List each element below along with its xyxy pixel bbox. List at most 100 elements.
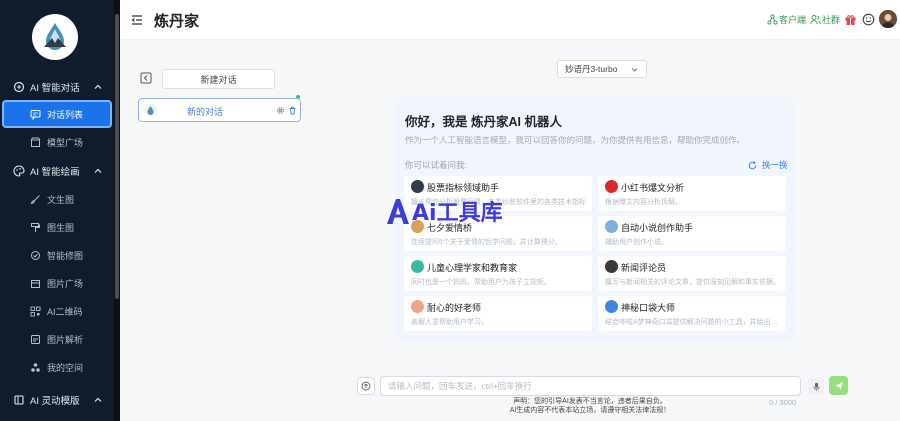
xiaohongshu-icon [605,180,618,193]
suggestion-card[interactable]: 新闻评论员 擅写与新闻相关的评论文章，提供深刻见解和事实依据。 [598,256,786,291]
sidebar-item-smart-retouch[interactable]: 智能修图 [0,241,114,269]
page-title: 炼丹家 [154,13,200,30]
card-title: 自动小说创作助手 [621,223,694,233]
card-desc: 根据爆文内容分析拆解。 [605,199,682,206]
gallery-icon [30,278,41,289]
drop-logo-icon [44,23,66,50]
gift-icon[interactable] [844,13,857,26]
upload-button[interactable] [357,377,375,395]
conversation-panel: 新建对话 新的对话 [130,55,302,415]
sidebar-item-label: 图片解析 [47,334,84,345]
sidebar-item-ai-qrcode[interactable]: AI二维码 [0,297,114,325]
nav-group-label: AI 智能对话 [30,83,80,94]
doraemon-pocket-icon [605,300,618,313]
ai-logo-icon [387,199,409,224]
model-select[interactable]: 妙语丹3-turbo [557,60,647,78]
card-title: 神秘口袋大师 [621,303,676,313]
conversation-item[interactable]: 新的对话 [138,98,301,122]
chevron-down-icon [631,68,638,72]
smile-icon[interactable] [862,13,875,26]
card-desc: 结合哆啦A梦神奇口袋提供解决问题的小工具，并给出方法 [605,319,783,326]
news-commentator-icon [605,260,618,273]
template-icon [13,394,25,406]
refresh-icon [748,160,757,169]
paint-roller-icon [30,222,41,233]
client-link-label: 客户端 [779,15,807,25]
nav-group-label: AI 灵动模版 [30,396,80,407]
menu-fold-icon[interactable] [130,13,144,27]
trash-icon[interactable] [288,106,297,115]
nav-group-label: AI 智能绘画 [30,167,80,178]
suggestion-card[interactable]: 耐心的好老师 善解人意帮助用户学习。 [404,296,592,331]
sidebar-item-label: 文生图 [47,194,75,205]
card-title: 小红书爆文分析 [621,183,685,193]
brush-icon [30,194,41,205]
nav-group-ai-template[interactable]: AI 灵动模版 [0,387,114,413]
new-chat-button[interactable]: 新建对话 [162,69,275,89]
voice-input-button[interactable] [808,378,824,394]
child-psychology-icon [411,260,424,273]
novel-writer-icon [605,220,618,233]
teacher-icon [411,300,424,313]
sidebar-item-image-to-image[interactable]: 图生图 [0,213,114,241]
suggestion-card[interactable]: 儿童心理学家和教育家 同时也是一个妈妈，帮助用户为孩子立规矩。 [404,256,592,291]
community-link-label: 社群 [822,15,841,25]
collapse-panel-icon[interactable] [140,72,152,84]
share-nodes-icon [767,14,778,25]
char-count: 0 / 3000 [769,398,797,407]
card-title: 新闻评论员 [621,263,667,273]
card-title: 耐心的好老师 [427,303,482,313]
welcome-subtitle: 作为一个人工智能语言模型，我可以回答你的问题，为你提供有用信息，帮助你完成创作。 [405,135,746,145]
card-desc: 擅写与新闻相关的评论文章，提供深刻见解和事实依据。 [605,279,780,286]
settings-gear-icon[interactable] [276,106,285,115]
disclaimer-line: 声明：您的引导AI发表不当言论，违者后果自负。 [513,398,667,405]
sidebar-item-label: 对话列表 [47,109,84,120]
disclaimer-line: AI生成内容不代表本站立场，请遵守相关法律法规！ [509,407,671,414]
stock-assistant-icon [411,180,424,193]
image-scan-icon [30,334,41,345]
sidebar-item-label: 我的空间 [47,362,84,373]
brand-overlay: Ai工具库 [385,195,503,227]
welcome-title: 你好，我是 炼丹家AI 机器人 [405,115,562,129]
suggestion-card[interactable]: 神秘口袋大师 结合哆啦A梦神奇口袋提供解决问题的小工具，并给出方法 [598,296,786,331]
avatar-image-icon [879,10,897,28]
chevron-up-icon [94,397,102,402]
sidebar-item-label: 图生图 [47,222,75,233]
sidebar-item-my-space[interactable]: 我的空间 [0,353,114,381]
sidebar-scrollbar[interactable] [114,0,120,421]
sidebar-item-model-plaza[interactable]: 模型广场 [0,128,114,156]
client-link[interactable]: 客户端 [767,13,806,26]
nav-group-ai-chat[interactable]: AI 智能对话 [0,74,114,100]
brand-overlay-text: Ai工具库 [412,201,503,226]
magic-icon [30,250,41,261]
send-button[interactable] [829,376,848,395]
qrcode-icon [30,306,41,317]
card-desc: 辅助用户创作小说。 [605,239,668,246]
conversation-logo-icon [144,104,157,117]
card-desc: 连续提问5个关于爱情的哲学问题，并计算得分。 [411,239,562,246]
sidebar-item-text-to-image[interactable]: 文生图 [0,185,114,213]
card-desc: 同时也是一个妈妈，帮助用户为孩子立规矩。 [411,279,551,286]
send-icon [834,381,843,390]
sidebar-item-label: 图片广场 [47,278,84,289]
app-logo[interactable] [32,14,78,60]
top-header: 炼丹家 客户端 社群 [120,0,900,40]
nav-group-ai-painting[interactable]: AI 智能绘画 [0,158,114,184]
refresh-suggestions-button[interactable]: 换一换 [748,159,788,171]
card-title: 儿童心理学家和教育家 [427,263,518,273]
sidebar-item-image-analysis[interactable]: 图片解析 [0,325,114,353]
sidebar-item-label: 模型广场 [47,137,84,148]
suggestion-hint: 你可以试着问我: [405,160,467,170]
suggestion-card[interactable]: 小红书爆文分析 根据爆文内容分析拆解。 [598,176,786,211]
scrollbar-thumb[interactable] [115,14,119,299]
disclaimer: 声明：您的引导AI发表不当言论，违者后果自负。 AI生成内容不代表本站立场，请遵… [450,397,730,415]
chat-bot-icon [13,81,25,93]
chat-input[interactable] [380,376,801,396]
sidebar-item-image-plaza[interactable]: 图片广场 [0,269,114,297]
chevron-up-icon [94,84,102,89]
suggestion-card[interactable]: 自动小说创作助手 辅助用户创作小说。 [598,216,786,251]
user-avatar[interactable] [879,10,897,28]
community-link[interactable]: 社群 [810,13,840,26]
sidebar-item-chat-list[interactable]: 对话列表 [2,100,112,128]
sidebar: AI 智能对话 对话列表 模型广场 AI 智能绘画 文生图 图生图 智能修图 图… [0,0,114,421]
